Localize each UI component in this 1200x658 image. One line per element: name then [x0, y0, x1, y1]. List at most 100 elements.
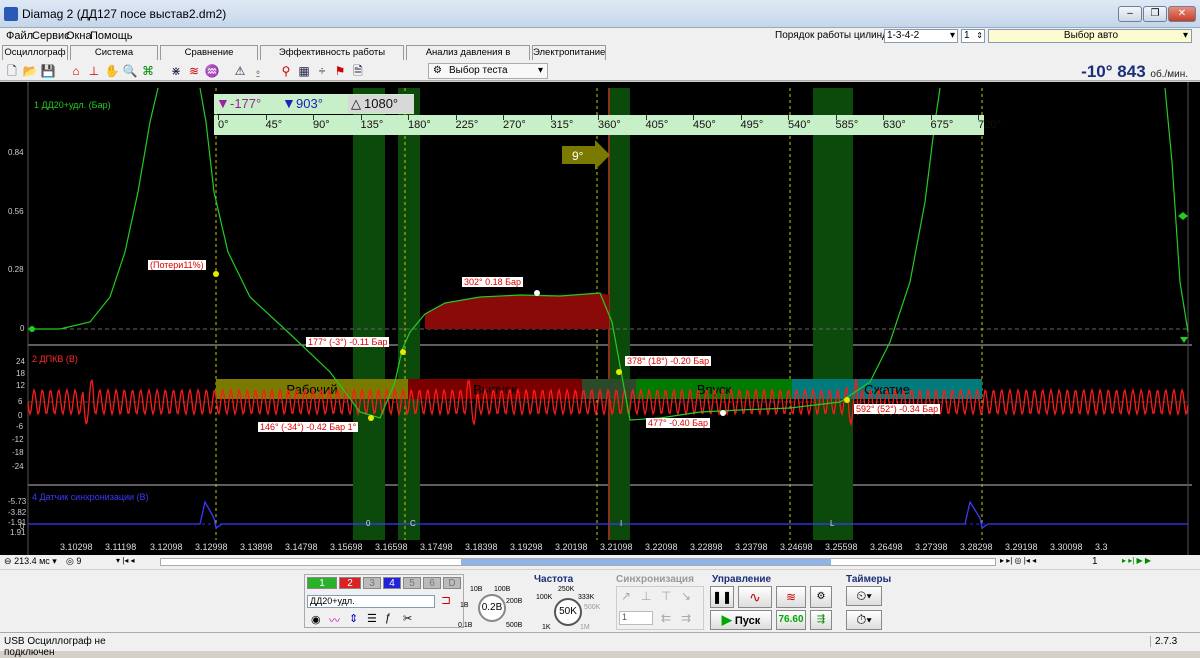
menu-file[interactable]: Файл: [6, 30, 33, 42]
cursor-b-icon: ▼: [282, 95, 296, 111]
time-tick-label: 3.25598: [825, 542, 858, 552]
eye-icon[interactable]: ◉: [311, 613, 321, 626]
timebase-select[interactable]: ⊖ 213.4 мс ▾: [4, 556, 64, 568]
firing-order-select[interactable]: 1-3-4-2 ▾: [884, 29, 958, 43]
waves-icon[interactable]: ≋: [186, 63, 202, 79]
triangle-icon[interactable]: ⚠: [232, 63, 248, 79]
annotation-477: 477° -0.40 Бар: [646, 418, 711, 428]
sync-left-icon[interactable]: ⇇: [661, 611, 671, 625]
filter-icon[interactable]: ⌘: [140, 63, 156, 79]
channel-button-5[interactable]: 5: [403, 577, 421, 589]
time-tick-label: 3.15698: [330, 542, 363, 552]
tab-oscilloscope[interactable]: Осциллограф: [2, 45, 68, 60]
auto-sync-button[interactable]: ⇶: [810, 610, 832, 630]
zero-icon[interactable]: ⍛: [250, 63, 266, 79]
lines-icon[interactable]: ☰: [367, 612, 377, 625]
ch1-offset-marker[interactable]: [1178, 212, 1188, 220]
channel-button-2[interactable]: 2: [339, 577, 361, 589]
freq-label: 500K: [584, 604, 601, 611]
sine-mode-button[interactable]: ∿: [738, 586, 772, 608]
pause-button[interactable]: ❚❚: [710, 586, 734, 608]
tab-cylinder-compare[interactable]: Сравнение цилиндров: [160, 45, 258, 72]
report-icon[interactable]: 🗎: [350, 63, 366, 79]
function-icon[interactable]: ƒ: [385, 612, 391, 624]
ch2-tick: -24: [12, 462, 24, 471]
test-select[interactable]: ⚙ Выбор теста ▾: [428, 63, 548, 79]
frequency-dial[interactable]: 50K 250K 100K 333K 500K 1K 1M: [534, 586, 600, 632]
probe-icon[interactable]: ⊐: [441, 593, 451, 607]
flag-icon[interactable]: ⚑: [332, 63, 348, 79]
degree-scale-label: 450°: [693, 119, 716, 131]
hand-icon[interactable]: ✋: [104, 63, 120, 79]
menu-service[interactable]: Сервис: [32, 30, 70, 42]
degree-scale-label: 225°: [455, 119, 479, 131]
overlay-icon[interactable]: ⋇: [168, 63, 184, 79]
start-button[interactable]: ▶ Пуск: [710, 610, 772, 630]
chevron-down-icon: ▾: [537, 65, 543, 76]
time-tick-label: 3.24698: [780, 542, 813, 552]
time-tick-label: 3.17498: [420, 542, 453, 552]
time-scrollbar[interactable]: [160, 558, 996, 566]
sector-band: [353, 88, 385, 540]
close-button[interactable]: ✕: [1168, 6, 1196, 22]
channel-button-6[interactable]: 6: [423, 577, 441, 589]
updown-icon[interactable]: ⇕: [349, 612, 358, 625]
timer-button-1[interactable]: ⏲▾: [846, 586, 882, 606]
freq-label: 333K: [578, 594, 595, 601]
restore-button[interactable]: ❐: [1143, 6, 1167, 22]
next-buttons[interactable]: ▸ ▸| ▶ ▶: [1122, 556, 1151, 565]
oscilloscope-view[interactable]: Рабочий Выпуск Впуск Сжатие 9° 1 ДД20+уд…: [0, 82, 1200, 555]
multi-wave-button[interactable]: ≋: [776, 586, 806, 608]
scroll-start-buttons[interactable]: ▾ |◂ ◂: [116, 556, 156, 568]
split-icon[interactable]: ÷: [314, 63, 330, 79]
tab-cylinder-efficiency[interactable]: Эффективность работы цилиндров: [260, 45, 404, 72]
waveform-canvas[interactable]: Рабочий Выпуск Впуск Сжатие 9°: [0, 82, 1200, 555]
car-select[interactable]: Выбор авто ▾: [988, 29, 1192, 43]
channel-button-3[interactable]: 3: [363, 577, 381, 589]
sync-channel-select[interactable]: 1: [619, 611, 653, 625]
frequency-knob[interactable]: 50K: [554, 598, 582, 626]
auto-button[interactable]: ⚙: [810, 586, 832, 608]
compare-icon[interactable]: ♒: [204, 63, 220, 79]
scrollbar-thumb[interactable]: [461, 559, 831, 565]
grid-icon[interactable]: ▦: [296, 63, 312, 79]
scissors-icon[interactable]: ✂: [403, 612, 412, 625]
tab-power-supply[interactable]: Электропитание: [532, 45, 606, 60]
chevron-down-icon: ▾: [949, 30, 955, 41]
tab-ignition[interactable]: Система зажигания: [70, 45, 158, 72]
rpm-unit: об./мин.: [1150, 69, 1188, 80]
step-down-icon[interactable]: ⊤: [661, 589, 671, 603]
fall-icon[interactable]: ↘: [681, 589, 691, 603]
channel-button-1[interactable]: 1: [307, 577, 337, 589]
cylinder-spinner[interactable]: 1 ⇕: [961, 29, 985, 43]
menu-help[interactable]: Помощь: [90, 30, 133, 42]
channel4-label: 4 Датчик синхронизации (В): [32, 492, 149, 502]
zoom-icon[interactable]: 🔍: [122, 63, 138, 79]
marker-icon[interactable]: ⚲: [278, 63, 294, 79]
timer-button-2[interactable]: ⏱▾: [846, 610, 882, 630]
time-tick-label: 3.30098: [1050, 542, 1083, 552]
step-up-icon[interactable]: ⊥: [641, 589, 651, 603]
channel-sensor-input[interactable]: ДД20+удл.: [307, 595, 435, 608]
ch1-level-marker[interactable]: [1180, 337, 1188, 343]
wave-icon[interactable]: 〰: [329, 612, 340, 628]
sync-right-icon[interactable]: ⇉: [681, 611, 691, 625]
chevron-down-icon: ▾: [1182, 30, 1188, 41]
rise-icon[interactable]: ↗: [621, 589, 631, 603]
ch2-tick: -18: [12, 448, 24, 457]
measure-icon[interactable]: ⊥: [86, 63, 102, 79]
open-folder-icon[interactable]: 📂: [22, 63, 38, 79]
ch1-tick: 0.28: [8, 265, 24, 274]
save-icon[interactable]: 💾: [40, 63, 56, 79]
tab-pressure-analysis[interactable]: Анализ давления в цилиндре: [406, 45, 530, 72]
timers-title: Таймеры: [846, 574, 892, 585]
channel-button-4[interactable]: 4: [383, 577, 401, 589]
minimize-button[interactable]: –: [1118, 6, 1142, 22]
new-file-icon[interactable]: 🗋: [4, 63, 20, 79]
menu-windows[interactable]: Окна: [66, 30, 92, 42]
cursor-icon[interactable]: ⌂: [68, 63, 84, 79]
range-knob[interactable]: 0.2В: [478, 594, 506, 622]
point-477: [720, 410, 726, 416]
range-dial[interactable]: 0.2В 10В 100В 1В 200В 0.1В 500В: [456, 584, 524, 632]
playback-buttons[interactable]: ▸ ▸| ◎ |◂ ◂: [1000, 556, 1036, 565]
